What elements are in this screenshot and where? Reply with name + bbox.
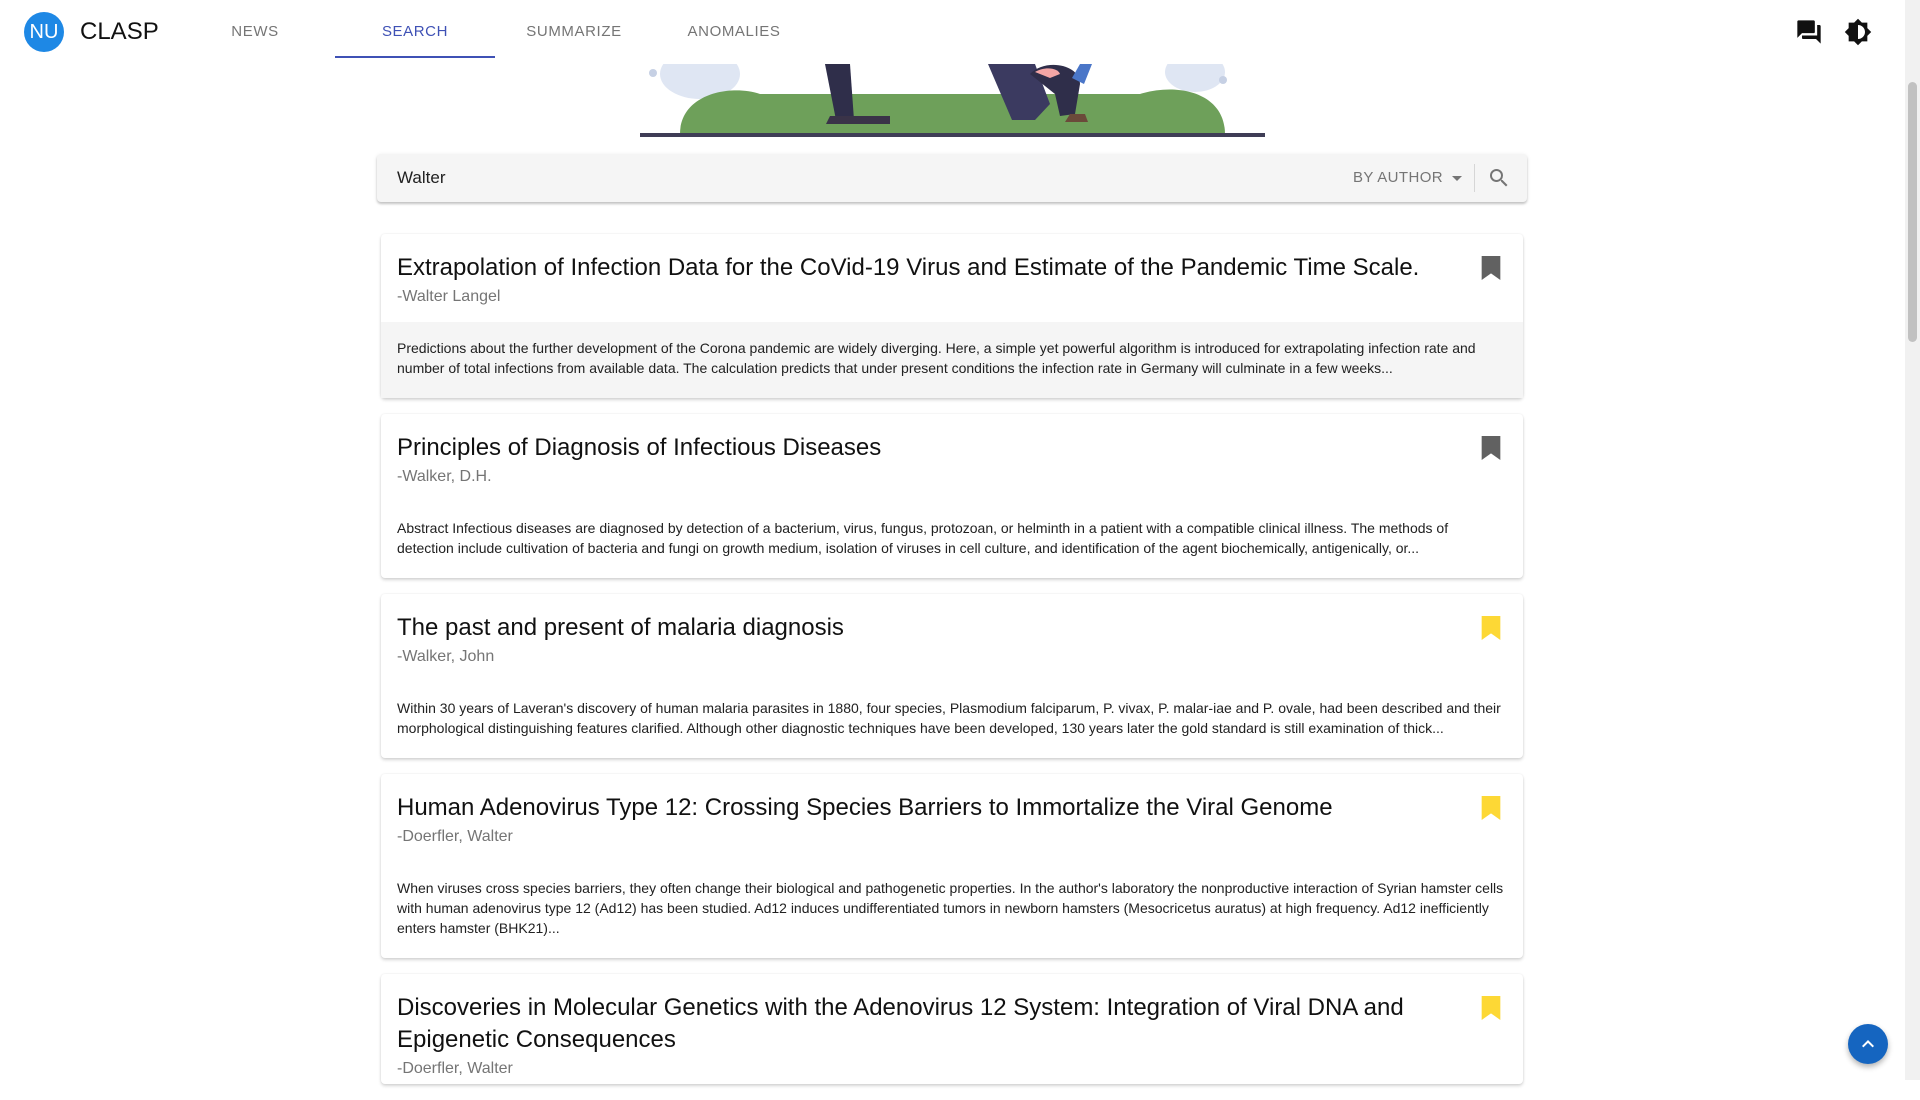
hero-illustration bbox=[640, 64, 1265, 137]
tab-summarize[interactable]: SUMMARIZE bbox=[494, 0, 654, 56]
scroll-to-top-button[interactable] bbox=[1848, 1024, 1888, 1064]
search-bar: BY AUTHOR bbox=[377, 154, 1527, 202]
bookmark-icon[interactable] bbox=[1481, 996, 1501, 1020]
result-abstract: Predictions about the further developmen… bbox=[381, 322, 1523, 398]
result-title[interactable]: Discoveries in Molecular Genetics with t… bbox=[397, 992, 1443, 1056]
bookmark-icon[interactable] bbox=[1481, 796, 1501, 820]
bookmark-icon[interactable] bbox=[1481, 616, 1501, 640]
result-card[interactable]: Extrapolation of Infection Data for the … bbox=[381, 234, 1523, 398]
search-mode-select[interactable]: BY AUTHOR bbox=[1353, 154, 1443, 202]
result-abstract: Abstract Infectious diseases are diagnos… bbox=[397, 520, 1449, 556]
tab-news[interactable]: NEWS bbox=[175, 0, 335, 56]
app-title[interactable]: CLASP bbox=[80, 16, 159, 48]
result-card[interactable]: Discoveries in Molecular Genetics with t… bbox=[381, 974, 1523, 1084]
tab-anomalies[interactable]: ANOMALIES bbox=[654, 0, 814, 56]
result-title[interactable]: Extrapolation of Infection Data for the … bbox=[397, 252, 1443, 284]
result-author: -Doerfler, Walter bbox=[397, 1060, 513, 1077]
result-title[interactable]: The past and present of malaria diagnosi… bbox=[397, 612, 1443, 644]
result-card[interactable]: Human Adenovirus Type 12: Crossing Speci… bbox=[381, 774, 1523, 958]
search-icon[interactable] bbox=[1487, 166, 1511, 190]
scrollbar-thumb[interactable] bbox=[1908, 82, 1917, 342]
result-card[interactable]: Principles of Diagnosis of Infectious Di… bbox=[381, 414, 1523, 578]
result-card[interactable]: The past and present of malaria diagnosi… bbox=[381, 594, 1523, 758]
result-author: -Walker, John bbox=[397, 648, 495, 665]
result-abstract: Within 30 years of Laveran's discovery o… bbox=[397, 700, 1501, 736]
search-divider bbox=[1474, 164, 1475, 192]
result-author: -Doerfler, Walter bbox=[397, 828, 513, 845]
logo-avatar[interactable]: NU bbox=[24, 12, 64, 52]
result-title[interactable]: Principles of Diagnosis of Infectious Di… bbox=[397, 432, 1443, 464]
result-author: -Walter Langel bbox=[397, 288, 501, 305]
bookmark-icon[interactable] bbox=[1481, 436, 1501, 460]
result-abstract: When viruses cross species barriers, the… bbox=[397, 880, 1504, 936]
result-author: -Walker, D.H. bbox=[397, 468, 492, 485]
brightness-icon[interactable] bbox=[1844, 18, 1872, 46]
app-bar: NU CLASP NEWS SEARCH SUMMARIZE ANOMALIES bbox=[0, 0, 1905, 64]
result-title[interactable]: Human Adenovirus Type 12: Crossing Speci… bbox=[397, 792, 1443, 824]
chat-icon[interactable] bbox=[1795, 18, 1823, 46]
results-list: Extrapolation of Infection Data for the … bbox=[381, 234, 1523, 1100]
tab-search[interactable]: SEARCH bbox=[335, 0, 495, 58]
search-input[interactable] bbox=[397, 154, 1277, 202]
chevron-up-icon bbox=[1862, 1040, 1874, 1048]
bookmark-icon[interactable] bbox=[1481, 256, 1501, 280]
chevron-down-icon[interactable] bbox=[1452, 176, 1462, 181]
